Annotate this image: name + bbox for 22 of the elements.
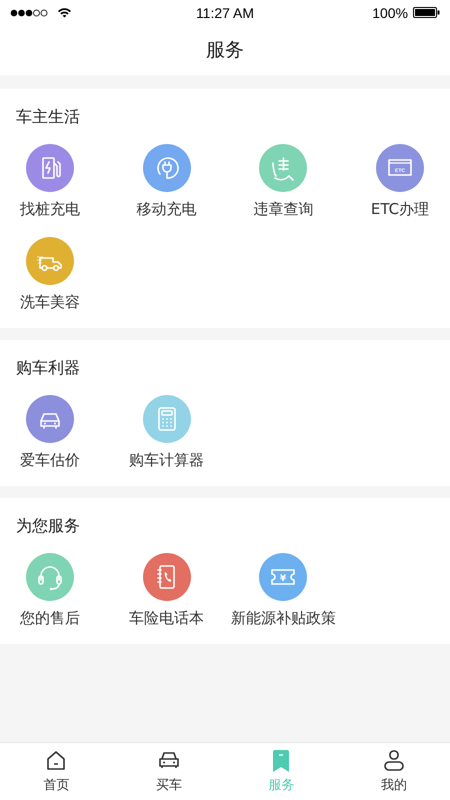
service-item[interactable]: ¥ 新能源补贴政策 (233, 553, 334, 628)
battery-icon (413, 7, 440, 18)
service-item[interactable]: 找桩充电 (0, 144, 100, 219)
service-item[interactable]: 洗车美容 (0, 237, 100, 312)
service-item[interactable]: 购车计算器 (116, 395, 217, 470)
battery-percent: 100% (372, 4, 408, 20)
section-title: 车主生活 (15, 107, 81, 128)
section-title: 为您服务 (15, 516, 81, 537)
tab-icon (382, 749, 406, 773)
service-icon: ¥ (259, 553, 308, 601)
section-title: 购车利器 (15, 358, 81, 379)
service-item[interactable]: 违章查询 (233, 144, 334, 219)
service-item[interactable]: 爱车估价 (0, 395, 100, 470)
tab-item[interactable]: 首页 (0, 743, 112, 800)
clock-time: 11:27 AM (196, 4, 254, 20)
tab-item[interactable]: 我的 (338, 743, 450, 800)
tab-item[interactable]: 买车 (112, 743, 225, 800)
page-title: 服务 (206, 38, 244, 63)
service-item[interactable]: 移动充电 (116, 144, 217, 219)
wifi-icon (57, 7, 72, 18)
service-item[interactable]: 车险电话本 (116, 553, 217, 628)
service-item[interactable]: 您的售后 (0, 553, 100, 628)
